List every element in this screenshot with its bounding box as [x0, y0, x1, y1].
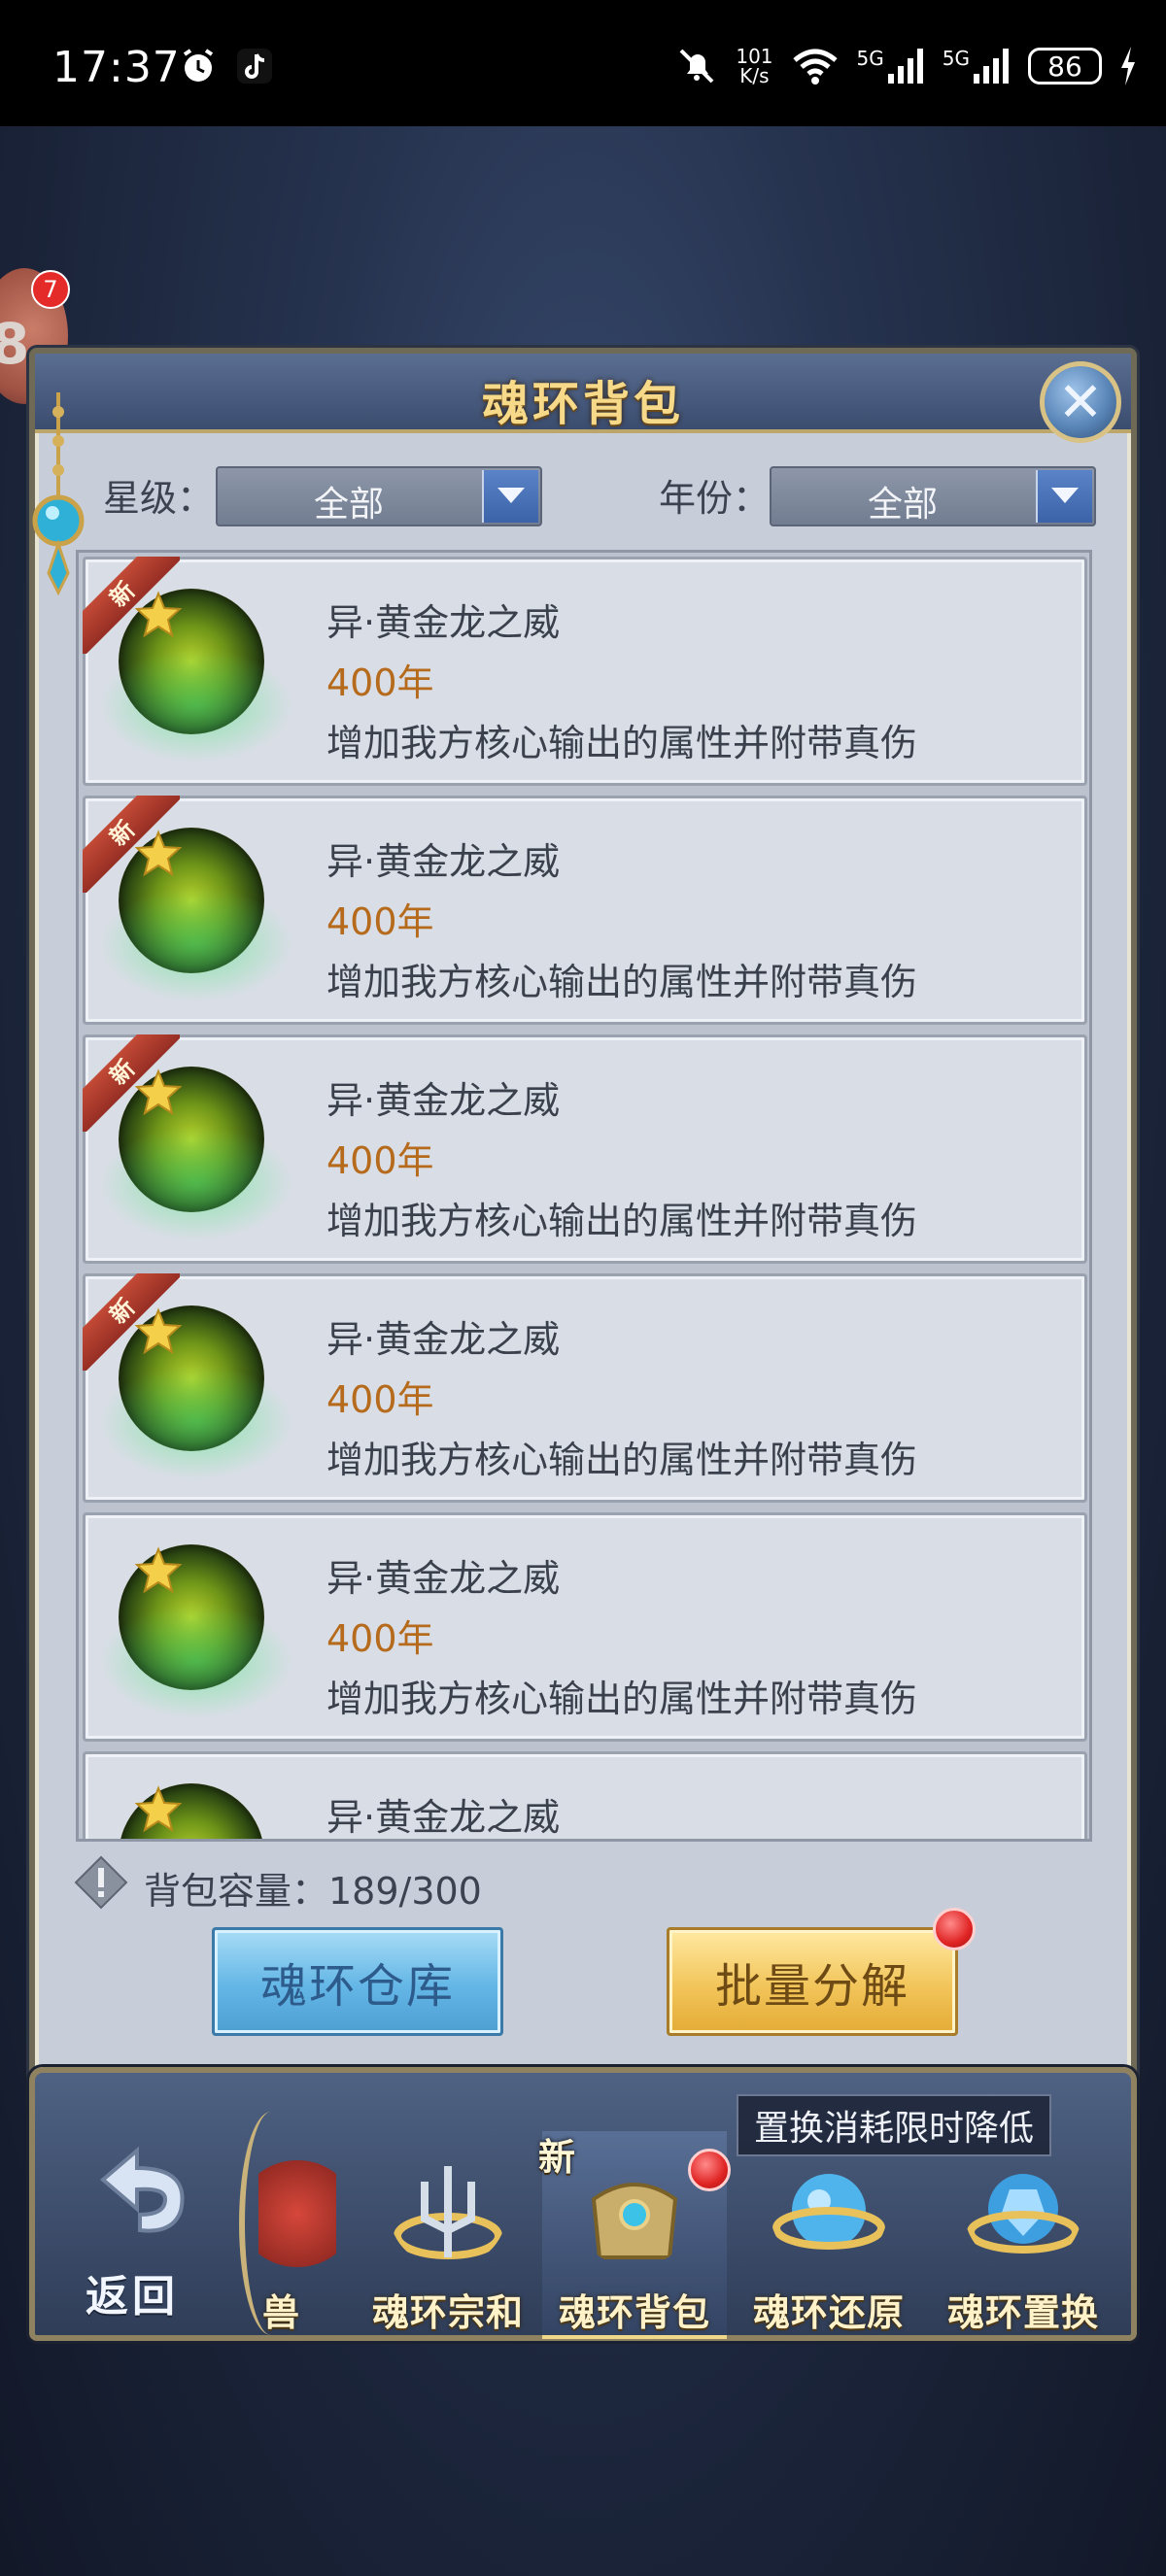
- warning-diamond-icon: [74, 1855, 128, 1910]
- panel-title: 魂环背包: [481, 377, 684, 431]
- blue-orb-ring-icon: [772, 2174, 885, 2250]
- ring-years: 400年: [326, 1378, 434, 1421]
- year-select[interactable]: 全部: [770, 466, 1096, 526]
- ring-name: 异·黄金龙之威: [326, 1557, 561, 1600]
- tiktok-icon: [237, 49, 272, 84]
- ring-description: 增加我方核心输出的属性并附带真伤: [326, 1678, 918, 1720]
- signal-bars-icon: [887, 49, 923, 84]
- clock: 17:37: [52, 43, 181, 92]
- blue-crystal-ring-icon: [967, 2174, 1080, 2254]
- nav-item-partial[interactable]: 兽: [258, 2131, 336, 2335]
- new-tag: 新: [538, 2136, 576, 2179]
- soul-ring-list[interactable]: 新 异·黄金龙之威 400年 增加我方核心输出的属性并附带真伤 新 异·黄金龙之…: [76, 550, 1092, 1842]
- batch-decompose-button[interactable]: 批量分解: [667, 1927, 958, 2036]
- chevron-down-icon: [482, 470, 538, 523]
- capacity-text: 背包容量：189/300: [144, 1870, 482, 1913]
- status-icons: 101 K/s 5G 5G 86: [675, 39, 1137, 93]
- nav-item-soul-ring-fusion[interactable]: 魂环宗和: [356, 2131, 540, 2335]
- soul-ring-item[interactable]: 新 异·黄金龙之威 400年 增加我方核心输出的属性并附带真伤: [83, 557, 1087, 786]
- trident-icon: [394, 2166, 502, 2259]
- charging-icon: [1121, 47, 1135, 85]
- star-level-select[interactable]: 全部: [216, 466, 542, 526]
- soul-ring-item[interactable]: 新 异·黄金龙之威 400年 增加我方核心输出的属性并附带真伤: [83, 1034, 1087, 1264]
- ring-description: 增加我方核心输出的属性并附带真伤: [326, 1200, 918, 1242]
- signal-bars-icon: [974, 49, 1009, 84]
- soul-ring-item[interactable]: 新 异·黄金龙之威 400年 增加我方核心输出的属性并附带真伤: [83, 796, 1087, 1025]
- chevron-down-icon: [1036, 470, 1092, 523]
- nav-item-soul-ring-restore[interactable]: 魂环还原: [737, 2131, 921, 2335]
- nav-item-soul-ring-replace[interactable]: 魂环置换: [931, 2131, 1115, 2335]
- star-icon: [134, 1546, 183, 1594]
- panel-title-bar: 魂环背包 ✕: [35, 354, 1131, 443]
- ring-name: 异·黄金龙之威: [326, 1318, 561, 1361]
- wifi-icon: [792, 49, 838, 85]
- back-label: 返回: [86, 2272, 179, 2322]
- star-icon: [134, 1307, 183, 1355]
- beast-icon: [258, 2160, 336, 2267]
- star-icon: [134, 591, 183, 638]
- mute-bell-icon: [679, 49, 714, 84]
- soul-ring-item[interactable]: 异·黄金龙之威 400年 增加我方核心输出的属性并附带真伤: [83, 1512, 1087, 1742]
- star-icon: [134, 1068, 183, 1116]
- star-icon: [134, 830, 183, 877]
- treasure-bag-icon: [591, 2183, 678, 2259]
- ring-name: 异·黄金龙之威: [326, 840, 561, 883]
- soul-ring-item[interactable]: 异·黄金龙之威: [83, 1751, 1087, 1839]
- notification-dot: [933, 1908, 976, 1950]
- soul-ring-warehouse-button[interactable]: 魂环仓库: [212, 1927, 503, 2036]
- ring-description: 增加我方核心输出的属性并附带真伤: [326, 722, 918, 764]
- notification-dot: [688, 2149, 731, 2191]
- year-label: 年份：: [659, 477, 771, 520]
- signal-sim1: 5G: [857, 47, 925, 85]
- net-speed: 101 K/s: [736, 45, 773, 87]
- soul-ring-item[interactable]: 新 异·黄金龙之威 400年 增加我方核心输出的属性并附带真伤: [83, 1273, 1087, 1503]
- ring-name: 异·黄金龙之威: [326, 601, 561, 644]
- ring-description: 增加我方核心输出的属性并附带真伤: [326, 1439, 918, 1481]
- status-bar: 17:37 101 K/s 5G 5G 86: [0, 0, 1166, 126]
- back-arrow-icon: [99, 2146, 185, 2233]
- signal-sim2: 5G: [943, 47, 1011, 85]
- alarm-icon: [183, 49, 214, 82]
- notification-count-badge: 7: [31, 270, 70, 309]
- filter-row: 星级： 全部 年份： 全部: [68, 457, 1098, 526]
- close-icon: ✕: [1057, 370, 1104, 434]
- promo-tooltip: 置换消耗限时降低: [737, 2094, 1052, 2156]
- battery-indicator: 86: [1028, 48, 1102, 85]
- close-button[interactable]: ✕: [1040, 361, 1121, 443]
- back-button[interactable]: 返回: [74, 2141, 220, 2322]
- ring-description: 增加我方核心输出的属性并附带真伤: [326, 961, 918, 1003]
- ring-years: 400年: [326, 900, 434, 943]
- ring-years: 400年: [326, 1139, 434, 1182]
- star-icon: [134, 1785, 183, 1833]
- ring-name: 异·黄金龙之威: [326, 1079, 561, 1122]
- ring-name: 异·黄金龙之威: [326, 1796, 561, 1839]
- ring-years: 400年: [326, 661, 434, 704]
- ring-years: 400年: [326, 1617, 434, 1660]
- star-level-label: 星级：: [103, 477, 215, 520]
